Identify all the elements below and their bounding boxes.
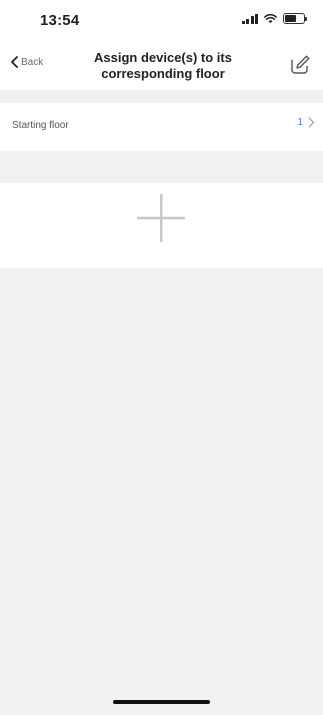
battery-icon (283, 13, 307, 24)
app-screen: 13:54 Back Assign device(s) to its corre… (0, 0, 323, 715)
page-title-line-1: Assign device(s) to its (94, 50, 232, 65)
starting-floor-row[interactable]: Starting floor 1 (0, 103, 323, 151)
chevron-right-icon (308, 117, 315, 128)
edit-icon[interactable] (289, 54, 311, 76)
status-icons (241, 13, 307, 24)
wifi-icon (264, 13, 277, 23)
plus-icon[interactable] (137, 194, 185, 242)
status-bar: 13:54 (0, 0, 323, 40)
page-title-line-2: corresponding floor (101, 66, 225, 81)
status-time: 13:54 (40, 12, 80, 29)
back-button[interactable]: Back (10, 56, 43, 68)
section-divider (0, 151, 323, 183)
starting-floor-label: Starting floor (12, 120, 69, 131)
section-divider (0, 90, 323, 103)
starting-floor-selector[interactable]: 1 (297, 117, 315, 128)
starting-floor-value: 1 (297, 117, 303, 128)
back-label: Back (21, 56, 44, 68)
home-indicator[interactable] (113, 700, 210, 704)
page-title: Assign device(s) to its corresponding fl… (78, 50, 248, 82)
nav-bar: Back Assign device(s) to its correspondi… (0, 40, 323, 90)
signal-icon (241, 13, 258, 24)
chevron-left-icon (11, 56, 18, 68)
